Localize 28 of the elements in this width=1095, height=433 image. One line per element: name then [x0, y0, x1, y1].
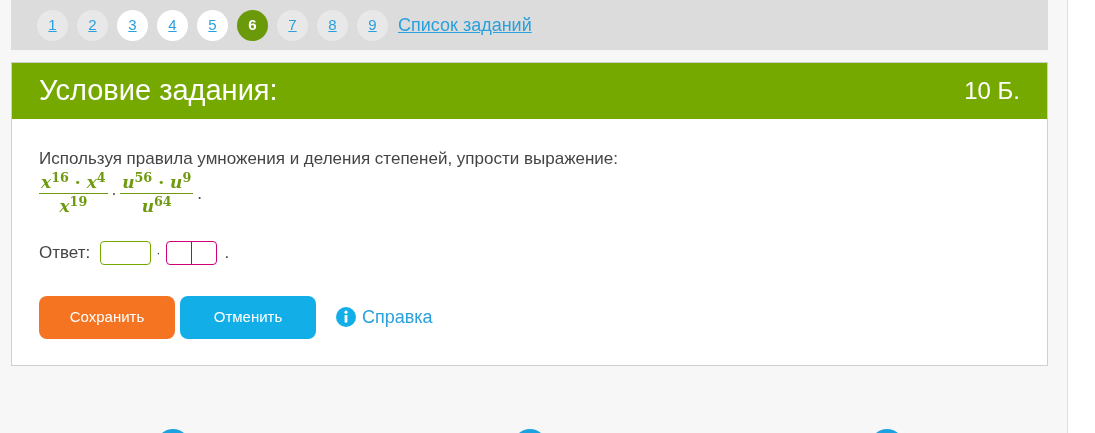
- answer-period: .: [224, 242, 230, 264]
- multiplication-dot: ·: [156, 244, 161, 262]
- page-number-link[interactable]: 8: [317, 9, 348, 41]
- fraction-numerator: x$^{16}$ · x$^{4}$: [39, 171, 108, 194]
- save-button[interactable]: Сохранить: [39, 295, 175, 339]
- fraction-denominator: u$^{64}$: [141, 194, 172, 218]
- info-icon: [336, 307, 356, 327]
- answer-field[interactable]: [100, 240, 152, 265]
- page-number-link[interactable]: 6: [237, 9, 268, 41]
- page-number-link[interactable]: 9: [357, 9, 388, 41]
- cancel-button[interactable]: Отменить: [180, 295, 316, 339]
- page-number-link[interactable]: 7: [277, 9, 308, 41]
- page-number-link[interactable]: 2: [77, 9, 108, 41]
- answer-label: Ответ:: [39, 242, 91, 264]
- task-list-link[interactable]: Список заданий: [398, 11, 532, 39]
- fraction-denominator: x$^{19}$: [59, 194, 88, 218]
- task-points: 10 Б.: [964, 76, 1020, 106]
- answer-field[interactable]: [165, 240, 217, 265]
- page-number-link[interactable]: 5: [197, 9, 228, 41]
- page-number-link[interactable]: 3: [117, 9, 148, 41]
- fraction-numerator: u$^{56}$ · u$^{9}$: [120, 171, 194, 194]
- expression-period: .: [197, 184, 203, 206]
- task-instruction: Используя правила умножения и деления степеней, упрости выражение:: [39, 149, 620, 169]
- page-number-link[interactable]: 4: [157, 9, 188, 41]
- page-number-link[interactable]: 1: [37, 9, 68, 41]
- help-link[interactable]: Справка: [362, 303, 433, 331]
- multiplication-dot: ·: [111, 185, 117, 204]
- task-title: Условие задания:: [39, 73, 278, 109]
